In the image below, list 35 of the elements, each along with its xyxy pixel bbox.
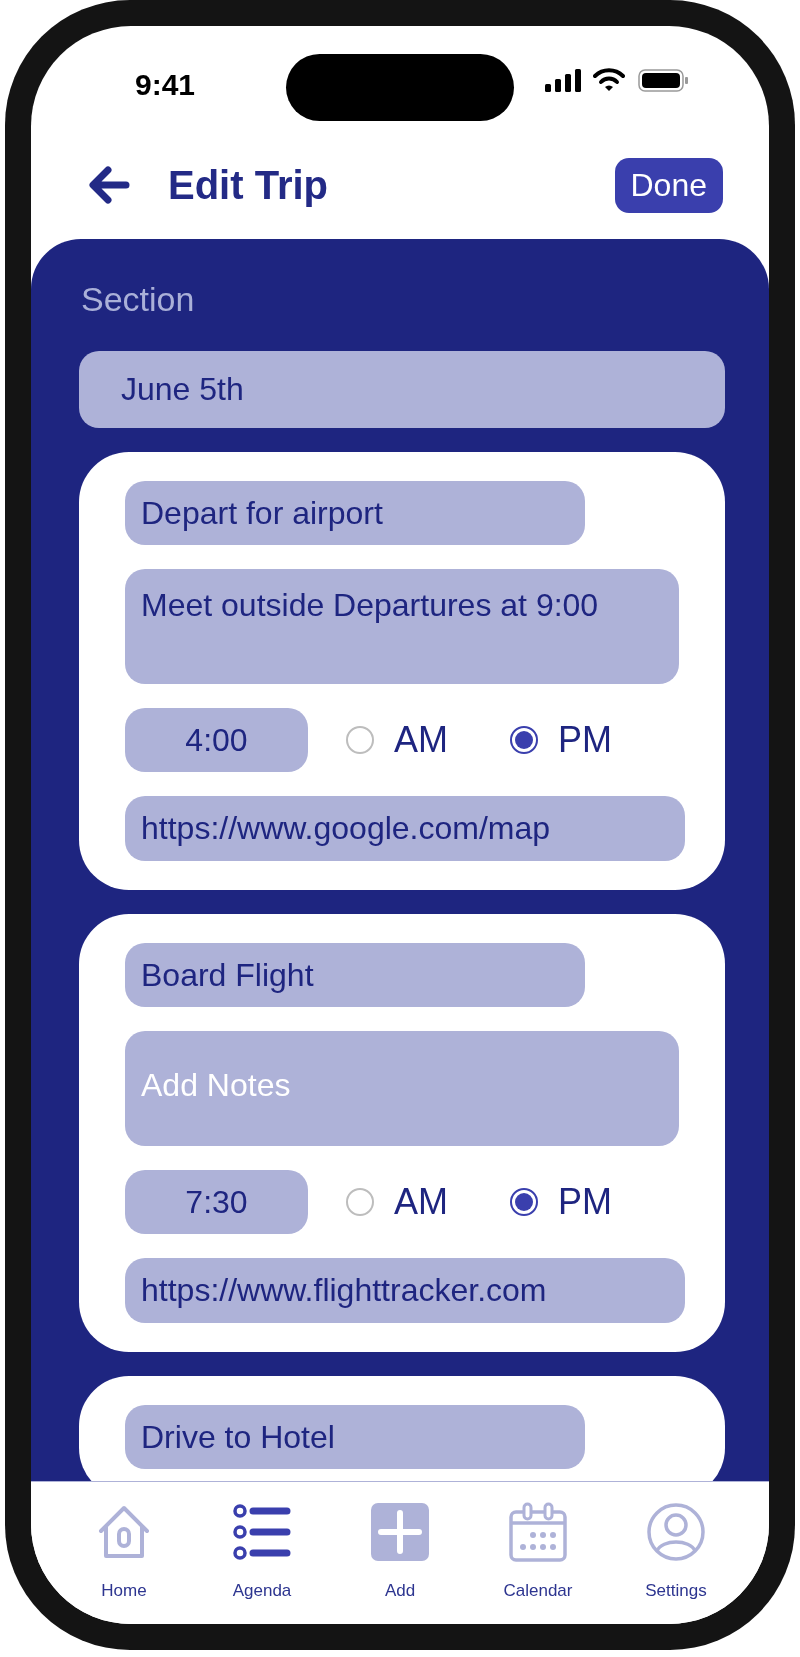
calendar-icon	[509, 1502, 567, 1562]
section-field[interactable]: June 5th	[79, 351, 725, 428]
time-field[interactable]: 4:00	[125, 708, 308, 772]
radio-option[interactable]: PM	[510, 1175, 612, 1229]
tab-bar-item[interactable]: Calendar	[483, 1502, 593, 1624]
event-title-field[interactable]: Board Flight	[125, 943, 585, 1007]
tab-bar-item[interactable]: Settings	[621, 1502, 731, 1624]
list-icon	[233, 1503, 291, 1561]
radio-option[interactable]: AM	[346, 713, 448, 767]
signal-icon	[545, 69, 581, 92]
radio-button[interactable]	[346, 1188, 374, 1216]
user-avatar-icon	[647, 1503, 705, 1561]
radio-option[interactable]: PM	[510, 713, 612, 767]
event-title-field[interactable]: Depart for airport	[125, 481, 585, 545]
notes-field[interactable]: Meet outside Departures at 9:00	[125, 569, 679, 684]
radio-option[interactable]: AM	[346, 1175, 448, 1229]
battery-icon	[638, 69, 688, 92]
tab-bar-item[interactable]: Home	[69, 1502, 179, 1624]
page-title: Edit Trip	[168, 162, 328, 209]
event-title-field[interactable]: Drive to Hotel	[125, 1405, 585, 1469]
tab-bar-item[interactable]: Add	[345, 1502, 455, 1624]
wifi-icon	[593, 68, 625, 92]
back-arrow-icon[interactable]	[88, 165, 130, 205]
status-time: 9:41	[135, 67, 196, 103]
radio-button[interactable]	[510, 1188, 538, 1216]
radio-button[interactable]	[510, 726, 538, 754]
link-field[interactable]: https://www.flighttracker.com	[125, 1258, 685, 1323]
done-button[interactable]: Done	[614, 157, 723, 213]
plus-icon	[371, 1503, 429, 1561]
time-field[interactable]: 7:30	[125, 1170, 308, 1234]
section-label: Section	[81, 279, 196, 319]
radio-button[interactable]	[346, 726, 374, 754]
link-field[interactable]: https://www.google.com/map	[125, 796, 685, 861]
notes-field[interactable]: Add Notes	[125, 1031, 679, 1146]
tab-bar-item[interactable]: Agenda	[207, 1502, 317, 1624]
